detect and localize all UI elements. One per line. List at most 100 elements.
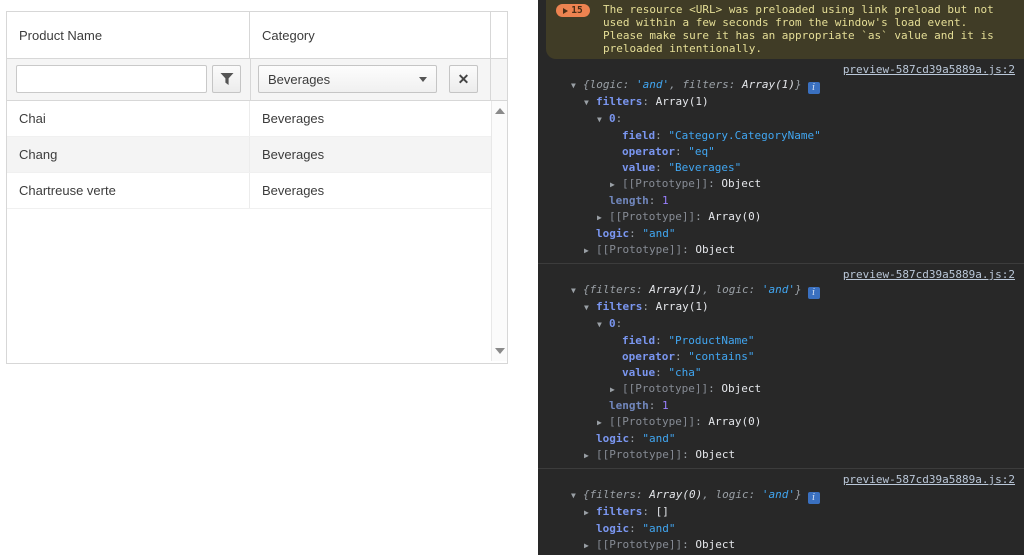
close-icon: ✕ [458, 71, 470, 88]
expander-closed-icon[interactable]: ▶ [597, 210, 609, 226]
expander-open-icon[interactable]: ▼ [571, 283, 583, 299]
product-name-filter-input[interactable] [16, 65, 207, 93]
tree-row: length: 1 [538, 398, 1024, 414]
preview-segment: Array(0) [649, 488, 702, 501]
product-grid: Product Name Category Beverages ✕ ChaiBe… [6, 11, 508, 364]
source-link[interactable]: preview-587cd39a5889a.js:2 [843, 473, 1015, 486]
table-row[interactable]: ChaiBeverages [7, 101, 491, 137]
expander-open-icon[interactable]: ▼ [571, 78, 583, 94]
column-header-label: Category [262, 28, 315, 43]
expander-closed-icon[interactable]: ▶ [584, 505, 596, 521]
source-link[interactable]: preview-587cd39a5889a.js:2 [843, 268, 1015, 281]
property-colon: : [655, 366, 668, 379]
property-key: filters [596, 505, 642, 518]
preview-segment: 'and' [636, 78, 669, 91]
tree-row: ▶[[Prototype]]: Object [538, 447, 1024, 464]
table-row[interactable]: Chartreuse verteBeverages [7, 173, 491, 209]
expander-open-icon[interactable]: ▼ [584, 95, 596, 111]
table-row[interactable]: ChangBeverages [7, 137, 491, 173]
expander-closed-icon[interactable]: ▶ [584, 448, 596, 464]
filter-button[interactable] [212, 65, 241, 93]
property-key: logic [596, 227, 629, 240]
property-colon: : [682, 538, 695, 551]
property-colon: : [629, 432, 642, 445]
property-colon: : [682, 448, 695, 461]
vertical-scrollbar[interactable] [491, 101, 507, 361]
expander-closed-icon[interactable]: ▶ [610, 382, 622, 398]
property-value: "and" [642, 227, 675, 240]
cell-product-name: Chang [7, 137, 250, 172]
grid-body: ChaiBeveragesChangBeveragesChartreuse ve… [7, 101, 507, 361]
preview-segment: 'and' [762, 283, 795, 296]
property-colon: : [649, 399, 662, 412]
tree-row: ▶[[Prototype]]: Object [538, 537, 1024, 554]
info-icon[interactable]: i [808, 82, 820, 94]
property-value: "Category.CategoryName" [668, 129, 820, 142]
header-scrollbar-spacer [491, 12, 507, 58]
expander-open-icon[interactable]: ▼ [597, 112, 609, 128]
column-divider [250, 59, 251, 100]
tree-row: ▼0: [538, 316, 1024, 333]
warning-message: The resource <URL> was preloaded using l… [603, 3, 994, 55]
property-colon: : [642, 95, 655, 108]
object-preview: ▼{filters: Array(1), logic: 'and'}i [538, 282, 1024, 299]
down-arrow-icon[interactable] [495, 348, 505, 354]
tree-row: value: "Beverages" [538, 160, 1024, 176]
tree-row: operator: "contains" [538, 349, 1024, 365]
info-icon[interactable]: i [808, 492, 820, 504]
tree-row: field: "Category.CategoryName" [538, 128, 1024, 144]
property-key: filters [596, 95, 642, 108]
property-value: Array(0) [708, 415, 761, 428]
property-key: [[Prototype]] [622, 177, 708, 190]
preview-segment: {filters: [583, 283, 649, 296]
property-key: field [622, 334, 655, 347]
warning-line: preloaded intentionally. [603, 42, 994, 55]
expander-closed-icon[interactable]: ▶ [584, 538, 596, 554]
tree-row: ▼0: [538, 111, 1024, 128]
expander-open-icon[interactable]: ▼ [584, 300, 596, 316]
category-filter-dropdown[interactable]: Beverages [258, 65, 437, 93]
property-key: 0 [609, 317, 616, 330]
console-source-line: preview-587cd39a5889a.js:2 [538, 62, 1024, 77]
warning-count-badge[interactable]: 15 [556, 4, 590, 17]
console-entries: preview-587cd39a5889a.js:2▼{logic: 'and'… [538, 59, 1024, 555]
expander-closed-icon[interactable]: ▶ [597, 415, 609, 431]
preview-segment: {logic: [583, 78, 636, 91]
property-key: 0 [609, 112, 616, 125]
expander-closed-icon[interactable]: ▶ [584, 243, 596, 259]
property-colon: : [695, 415, 708, 428]
source-link[interactable]: preview-587cd39a5889a.js:2 [843, 63, 1015, 76]
property-value: Object [695, 243, 735, 256]
property-key: logic [596, 522, 629, 535]
property-key: logic [596, 432, 629, 445]
expander-open-icon[interactable]: ▼ [571, 488, 583, 504]
object-preview: ▼{filters: Array(0), logic: 'and'}i [538, 487, 1024, 504]
expander-open-icon[interactable]: ▼ [597, 317, 609, 333]
up-arrow-icon[interactable] [495, 108, 505, 114]
property-colon: : [616, 112, 629, 125]
column-divider [490, 59, 491, 100]
property-key: [[Prototype]] [609, 210, 695, 223]
property-key: operator [622, 145, 675, 158]
column-header-category[interactable]: Category [250, 12, 491, 58]
console-source-line: preview-587cd39a5889a.js:2 [538, 472, 1024, 487]
funnel-icon [220, 72, 234, 86]
tree-row: operator: "eq" [538, 144, 1024, 160]
tree-row: ▶filters: [] [538, 504, 1024, 521]
property-value: [] [656, 505, 669, 518]
property-value: Object [695, 538, 735, 551]
property-value: Object [695, 448, 735, 461]
expander-closed-icon[interactable]: ▶ [610, 177, 622, 193]
clear-filter-button[interactable]: ✕ [449, 65, 478, 93]
info-icon[interactable]: i [808, 287, 820, 299]
property-colon: : [629, 522, 642, 535]
column-header-product-name[interactable]: Product Name [7, 12, 250, 58]
property-value: 1 [662, 399, 669, 412]
property-key: [[Prototype]] [596, 448, 682, 461]
tree-row: ▶[[Prototype]]: Object [538, 242, 1024, 259]
tree-row: logic: "and" [538, 431, 1024, 447]
chevron-down-icon [419, 77, 427, 82]
property-colon: : [642, 300, 655, 313]
property-key: length [609, 194, 649, 207]
console-entry: preview-587cd39a5889a.js:2▼{filters: Arr… [538, 469, 1024, 555]
